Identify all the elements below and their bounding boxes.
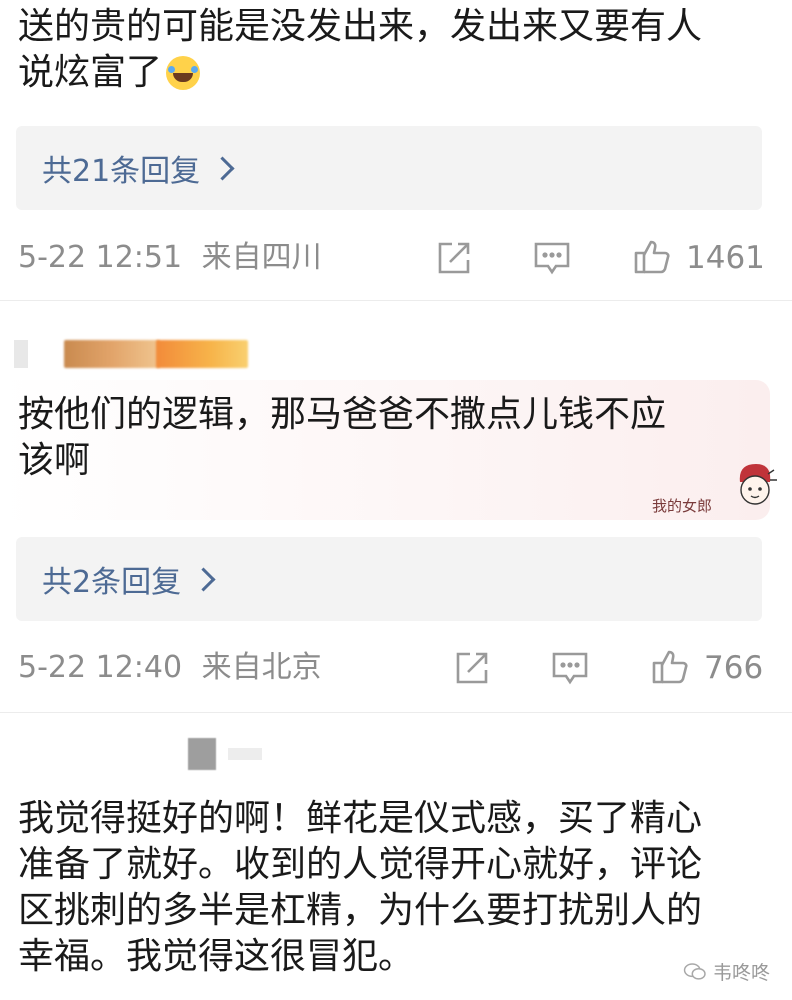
like-icon[interactable] <box>650 646 690 686</box>
comment-1-like-count: 1461 <box>686 240 765 276</box>
share-icon[interactable] <box>434 238 474 278</box>
comment-1-replies-button[interactable]: 共21条回复 <box>16 126 762 210</box>
wechat-icon <box>683 962 706 980</box>
comment-1-timestamp: 5-22 12:51 <box>18 240 183 275</box>
comment-2-timestamp: 5-22 12:40 <box>18 650 183 685</box>
comment-1-meta: 5-22 12:51 来自四川 <box>18 238 322 278</box>
comment-1-location: 来自四川 <box>201 240 322 275</box>
divider <box>0 712 792 713</box>
like-icon[interactable] <box>632 236 672 276</box>
comment-2-location: 来自北京 <box>201 650 322 685</box>
share-icon[interactable] <box>452 648 492 688</box>
comment-2-text: 按他们的逻辑，那马爸爸不撒点儿钱不应 该啊 <box>18 394 667 481</box>
username-blur <box>156 340 248 368</box>
watermark: 韦咚咚 <box>683 958 770 985</box>
sticker-caption: 我的女郎 <box>652 497 713 515</box>
username-blur <box>228 748 262 760</box>
sticker-character-icon <box>732 460 778 514</box>
divider <box>0 300 792 301</box>
laughing-crying-emoji-icon <box>166 56 201 90</box>
comment-2-like-count: 766 <box>704 650 764 686</box>
comment-2-meta: 5-22 12:40 来自北京 <box>18 648 322 688</box>
watermark-text: 韦咚咚 <box>712 962 770 984</box>
chevron-right-icon <box>191 566 216 592</box>
comment-1-text: 送的贵的可能是没发出来，发出来又要有人 说炫富了 <box>18 4 770 96</box>
chevron-right-icon <box>210 155 235 181</box>
comment-1-replies-label: 共21条回复 <box>42 154 201 189</box>
avatar-blur <box>188 738 216 770</box>
comment-icon[interactable] <box>532 238 572 278</box>
comment-1-body: 送的贵的可能是没发出来，发出来又要有人 说炫富了 <box>18 6 703 93</box>
comment-icon[interactable] <box>550 648 590 688</box>
username-blur <box>64 340 160 368</box>
comment-3-text: 我觉得挺好的啊！鲜花是仪式感，买了精心 准备了就好。收到的人觉得开心就好，评论 … <box>18 798 703 977</box>
comment-2-replies-button[interactable]: 共2条回复 <box>16 537 762 621</box>
avatar-blur <box>14 340 28 368</box>
comment-2-replies-label: 共2条回复 <box>42 565 182 600</box>
